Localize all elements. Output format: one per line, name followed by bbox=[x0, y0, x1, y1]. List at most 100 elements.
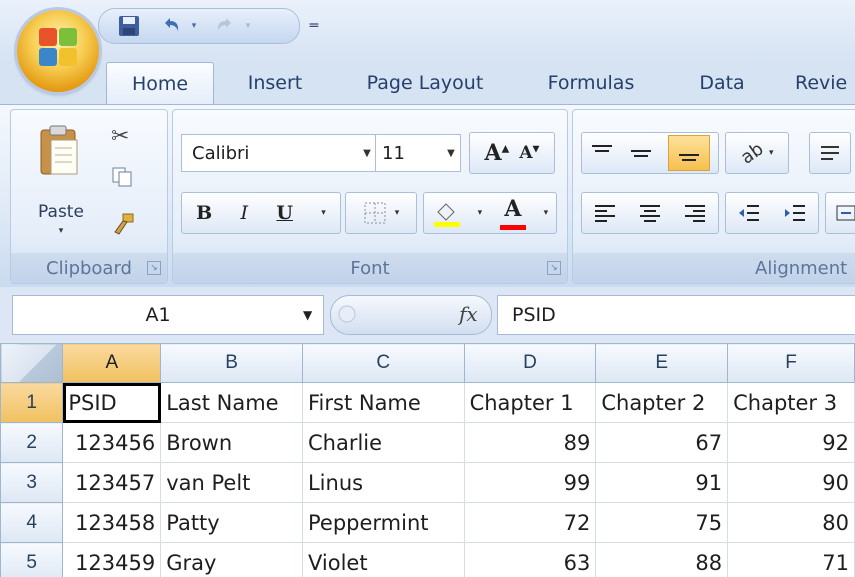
column-header-e[interactable]: E bbox=[595, 343, 729, 383]
orientation-button[interactable]: ab ▾ bbox=[725, 132, 789, 174]
merge-center-button[interactable] bbox=[825, 192, 855, 234]
cell[interactable]: 123459 bbox=[62, 542, 162, 577]
middle-align-icon[interactable] bbox=[629, 143, 653, 163]
formula-input[interactable]: PSID bbox=[497, 295, 855, 335]
undo-icon[interactable] bbox=[157, 13, 185, 39]
column-header-a[interactable]: A bbox=[62, 343, 162, 383]
cell[interactable]: 89 bbox=[463, 422, 597, 463]
tab-insert[interactable]: Insert bbox=[230, 62, 320, 104]
shrink-font-icon[interactable]: A▼ bbox=[519, 143, 539, 163]
underline-dropdown-icon[interactable]: ▾ bbox=[321, 208, 326, 218]
increase-indent-icon[interactable] bbox=[783, 202, 807, 224]
tab-data[interactable]: Data bbox=[686, 62, 758, 104]
cell[interactable]: Peppermint bbox=[301, 502, 465, 543]
select-all-corner[interactable] bbox=[0, 343, 64, 383]
font-size-combo[interactable]: 11 ▼ bbox=[375, 134, 461, 172]
cell[interactable]: 72 bbox=[463, 502, 597, 543]
tab-formulas[interactable]: Formulas bbox=[530, 62, 652, 104]
underline-button[interactable]: U bbox=[276, 202, 293, 224]
bold-button[interactable]: B bbox=[196, 202, 212, 224]
cell[interactable]: 123458 bbox=[62, 502, 162, 543]
row-header[interactable]: 5 bbox=[0, 542, 64, 577]
table-row: 1 PSID Last Name First Name Chapter 1 Ch… bbox=[0, 382, 855, 423]
cell[interactable]: Gray bbox=[160, 542, 303, 577]
cell[interactable]: van Pelt bbox=[160, 462, 303, 503]
cell[interactable]: Violet bbox=[301, 542, 465, 577]
redo-icon[interactable] bbox=[211, 13, 239, 39]
paste-icon bbox=[40, 125, 78, 175]
cell[interactable]: Chapter 3 bbox=[727, 382, 855, 423]
paste-button[interactable]: Paste ▾ bbox=[25, 118, 97, 248]
cell[interactable]: 67 bbox=[595, 422, 729, 463]
align-right-icon[interactable] bbox=[683, 202, 707, 224]
cell[interactable]: 80 bbox=[727, 502, 855, 543]
copy-icon[interactable] bbox=[111, 166, 133, 192]
name-box[interactable]: A1 ▼ bbox=[12, 295, 324, 335]
column-header-b[interactable]: B bbox=[160, 343, 303, 383]
cell[interactable]: First Name bbox=[301, 382, 465, 423]
cell[interactable]: Chapter 2 bbox=[595, 382, 729, 423]
formula-value: PSID bbox=[512, 304, 556, 326]
cell[interactable]: 88 bbox=[595, 542, 729, 577]
cut-icon[interactable]: ✂ bbox=[111, 124, 129, 149]
column-header-c[interactable]: C bbox=[301, 343, 465, 383]
font-dialog-launcher-icon[interactable]: ↘ bbox=[547, 261, 561, 275]
redo-dropdown-icon[interactable]: ▾ bbox=[241, 13, 255, 39]
chevron-down-icon: ▼ bbox=[363, 147, 371, 159]
font-color-dropdown-icon[interactable]: ▾ bbox=[544, 208, 549, 218]
top-align-icon[interactable] bbox=[590, 143, 614, 163]
column-header-f[interactable]: F bbox=[727, 343, 855, 383]
cell[interactable]: 123456 bbox=[62, 422, 162, 463]
cell[interactable]: Chapter 1 bbox=[463, 382, 597, 423]
bottom-align-button[interactable] bbox=[668, 135, 711, 171]
cell[interactable]: 123457 bbox=[62, 462, 162, 503]
cell[interactable]: Brown bbox=[160, 422, 303, 463]
cell[interactable]: Charlie bbox=[301, 422, 465, 463]
cell-a1[interactable]: PSID bbox=[62, 382, 162, 423]
row-header[interactable]: 2 bbox=[0, 422, 64, 463]
save-icon[interactable] bbox=[115, 13, 143, 39]
italic-button[interactable]: I bbox=[241, 202, 249, 224]
wrap-text-button[interactable] bbox=[809, 132, 851, 174]
cell[interactable]: 75 bbox=[595, 502, 729, 543]
cell[interactable]: Linus bbox=[301, 462, 465, 503]
chevron-down-icon[interactable]: ▼ bbox=[303, 308, 323, 322]
column-header-d[interactable]: D bbox=[463, 343, 597, 383]
insert-function-icon[interactable]: fx bbox=[459, 302, 478, 326]
table-row: 3 123457 van Pelt Linus 99 91 90 bbox=[0, 462, 855, 503]
font-name-combo[interactable]: Calibri ▼ bbox=[181, 134, 377, 172]
borders-button[interactable]: ▾ bbox=[345, 192, 417, 234]
format-painter-icon[interactable] bbox=[111, 212, 137, 242]
ribbon: Paste ▾ ✂ Clipboard ↘ Calibri ▼ 11 ▼ A▲ … bbox=[0, 104, 855, 288]
cell[interactable]: 91 bbox=[595, 462, 729, 503]
font-color-letter: A bbox=[504, 196, 522, 222]
font-color-button[interactable]: A bbox=[498, 196, 528, 230]
tab-review[interactable]: Revie bbox=[795, 62, 855, 104]
fill-color-button[interactable] bbox=[432, 198, 462, 228]
tab-home[interactable]: Home bbox=[106, 62, 214, 105]
undo-dropdown-icon[interactable]: ▾ bbox=[187, 13, 201, 39]
cell[interactable]: 71 bbox=[727, 542, 855, 577]
align-center-icon[interactable] bbox=[638, 202, 662, 224]
tab-page-layout[interactable]: Page Layout bbox=[345, 62, 505, 104]
grow-font-icon[interactable]: A▲ bbox=[485, 140, 510, 166]
row-header[interactable]: 4 bbox=[0, 502, 64, 543]
cell[interactable]: 92 bbox=[727, 422, 855, 463]
cell[interactable]: 63 bbox=[463, 542, 597, 577]
cell[interactable]: 90 bbox=[727, 462, 855, 503]
row-header[interactable]: 3 bbox=[0, 462, 64, 503]
align-left-icon[interactable] bbox=[593, 202, 617, 224]
formula-bar-expand-icon[interactable] bbox=[337, 304, 357, 324]
chevron-down-icon: ▾ bbox=[394, 208, 400, 218]
formula-tools: fx bbox=[330, 295, 492, 335]
fill-color-dropdown-icon[interactable]: ▾ bbox=[478, 208, 483, 218]
office-button[interactable] bbox=[17, 10, 99, 92]
cell[interactable]: Last Name bbox=[160, 382, 303, 423]
decrease-indent-icon[interactable] bbox=[737, 202, 761, 224]
cell[interactable]: 99 bbox=[463, 462, 597, 503]
row-header[interactable]: 1 bbox=[0, 382, 64, 423]
customize-icon[interactable]: ═ bbox=[299, 13, 329, 39]
cell[interactable]: Patty bbox=[160, 502, 303, 543]
bottom-align-icon bbox=[679, 154, 700, 161]
clipboard-dialog-launcher-icon[interactable]: ↘ bbox=[147, 261, 161, 275]
